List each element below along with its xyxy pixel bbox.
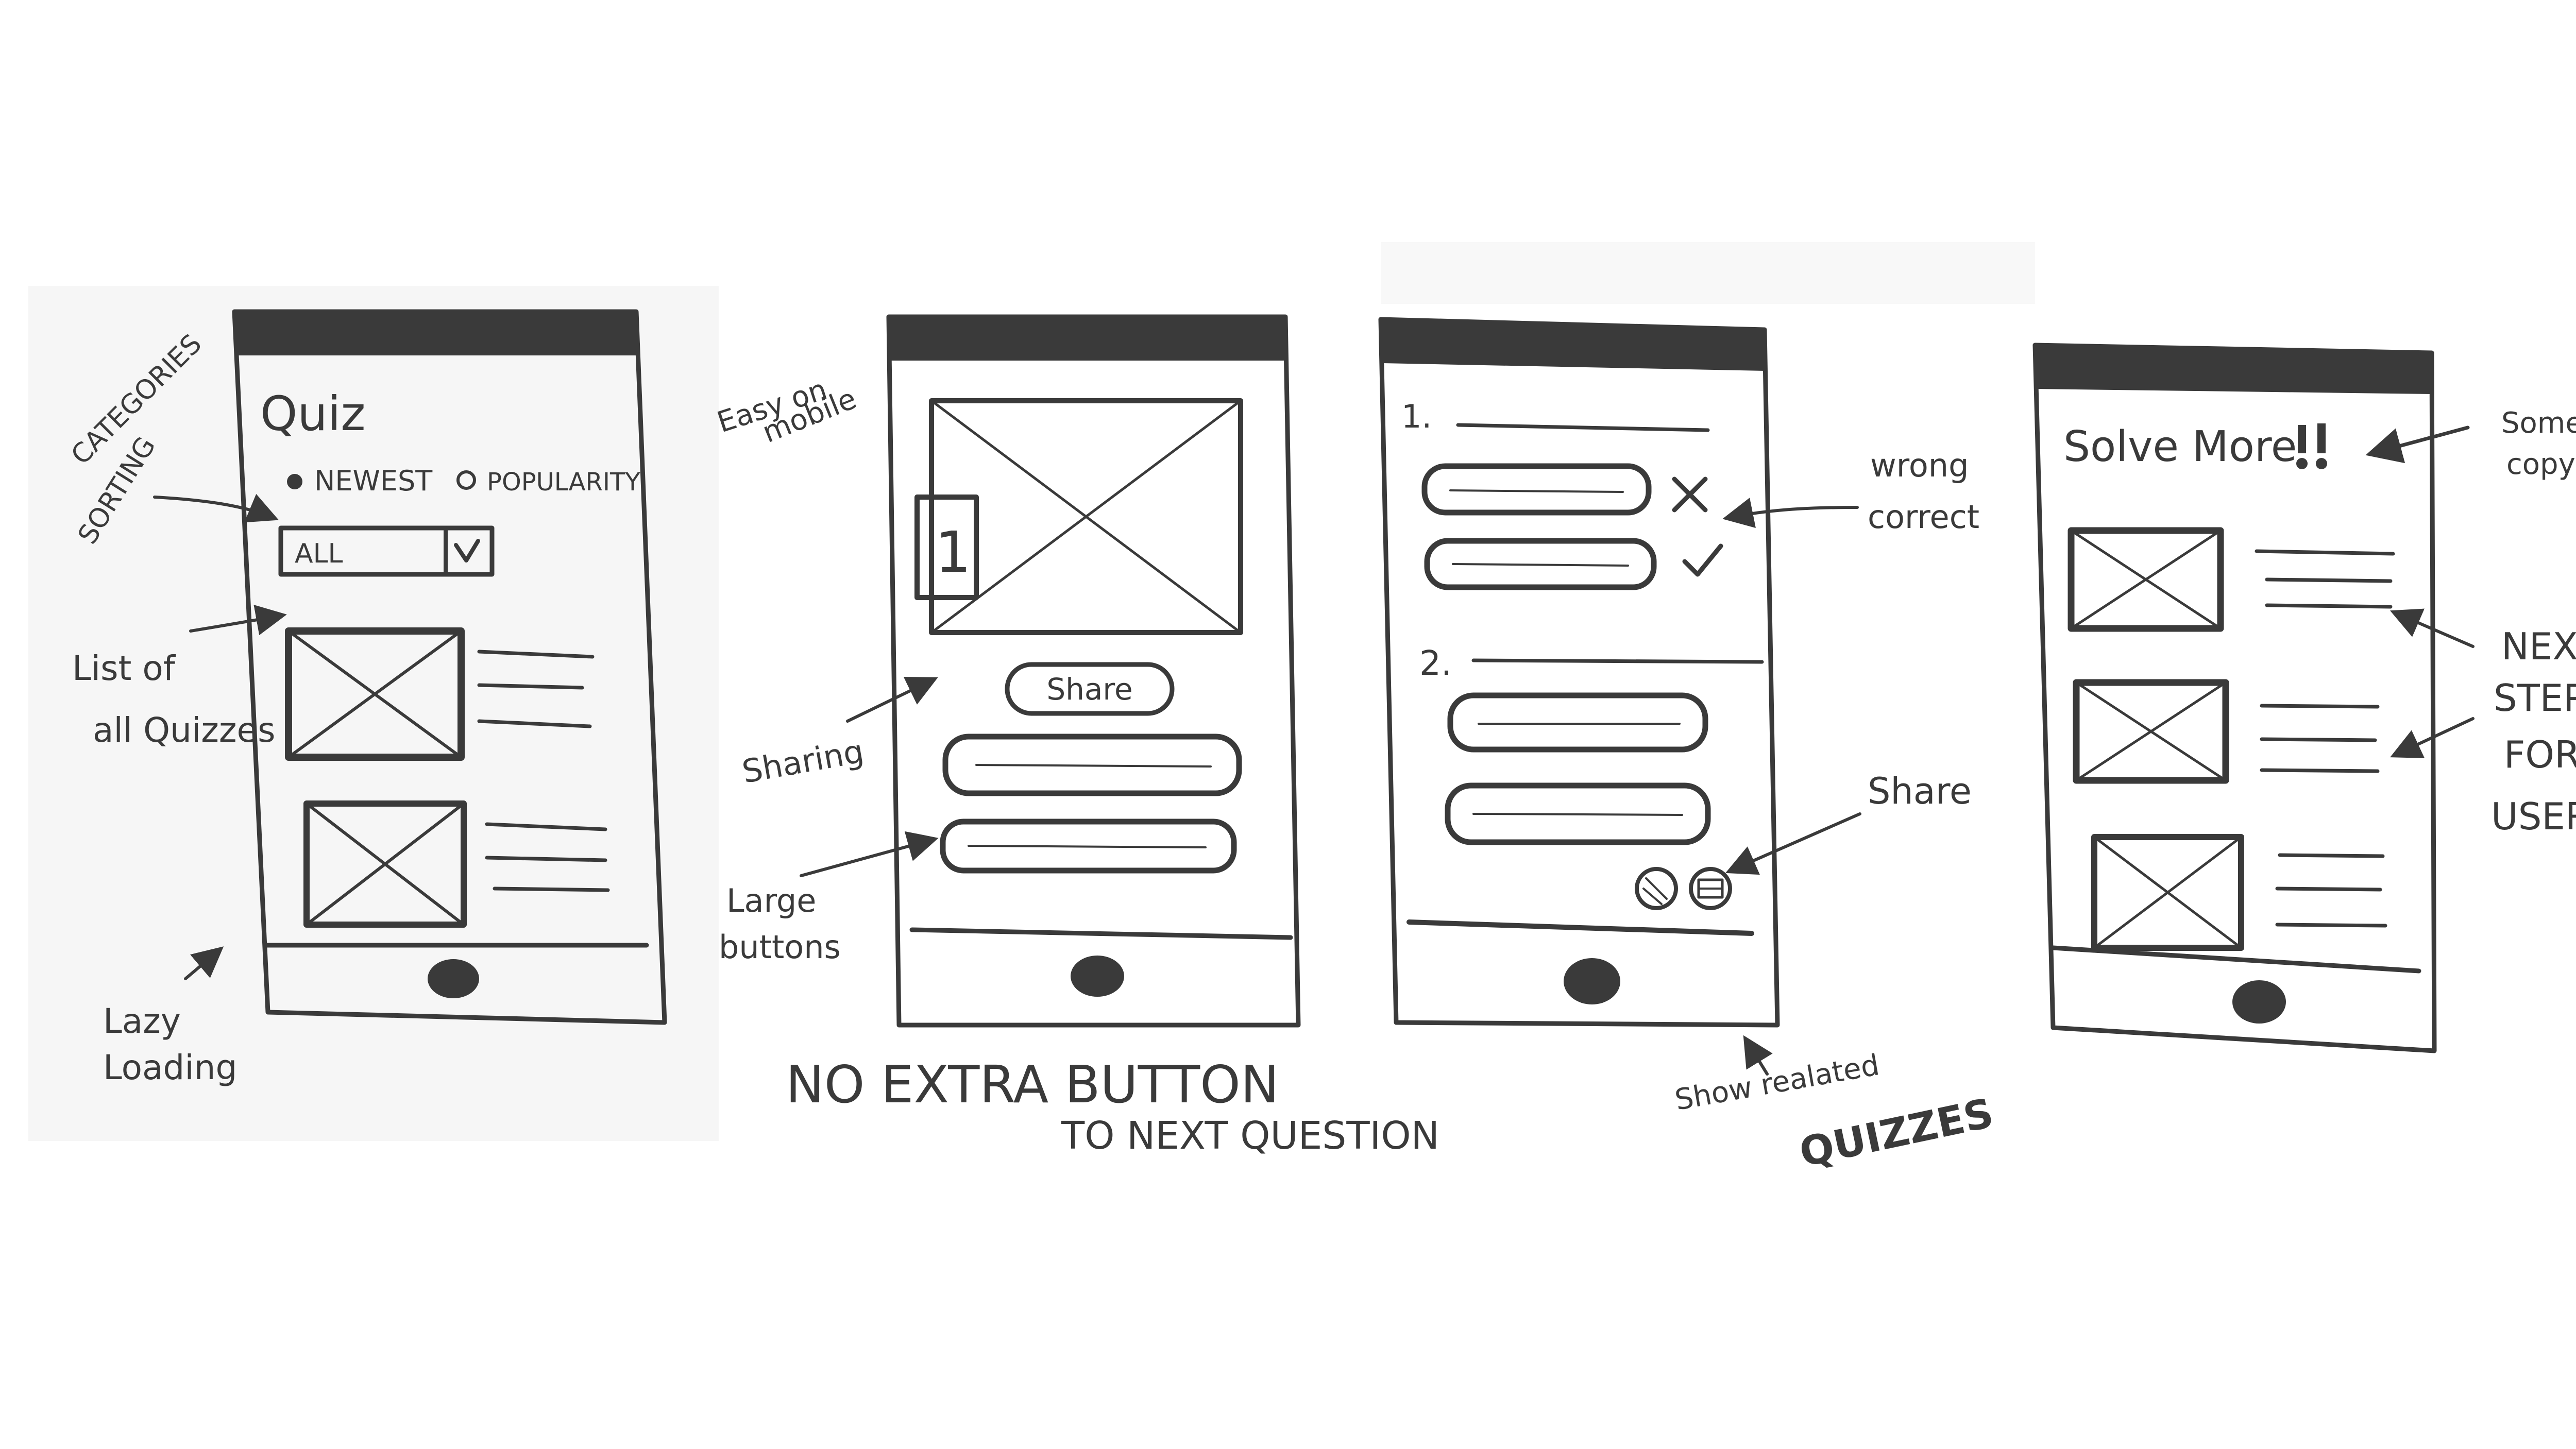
annotation-buttons: buttons (719, 928, 841, 966)
paper-strip (1381, 242, 2035, 304)
home-button[interactable] (2232, 980, 2286, 1024)
wireframe-sketch: Quiz NEWEST POPULARITY ALL 1 Share 1. 2.… (28, 242, 2576, 1177)
bottom-divider (2050, 945, 2421, 974)
question-2-number: 2. (1419, 643, 1452, 683)
arrow (1725, 812, 1861, 875)
annotation-for: FOR (2504, 733, 2576, 776)
annotation-to-next-question: TO NEXT QUESTION (1061, 1114, 1439, 1158)
annotation-show-related: Show realated (1672, 1048, 1882, 1117)
arrow (1722, 498, 1859, 529)
check-icon (1682, 543, 1723, 577)
annotation-step: STEP (2494, 676, 2576, 720)
answer-wrong[interactable] (1421, 463, 1652, 516)
annotation-no-extra-button: NO EXTRA BUTTON (786, 1054, 1279, 1115)
annotation-loading: Loading (103, 1048, 237, 1087)
status-bar (2035, 345, 2432, 394)
share-icon-facebook[interactable] (1635, 867, 1678, 910)
annotation-sharing: Sharing (739, 732, 867, 791)
page-title: Solve More (2063, 422, 2297, 471)
bottom-divider (1406, 919, 1754, 936)
annotation-correct: correct (1868, 498, 1979, 536)
answer-button[interactable] (1445, 782, 1711, 845)
answer-button[interactable] (1447, 692, 1708, 753)
page-title: Quiz (260, 386, 366, 441)
answer-correct[interactable] (1424, 538, 1657, 590)
radio-newest-selected[interactable] (287, 474, 302, 489)
quiz-list-item[interactable] (2073, 679, 2380, 784)
screen-question: 1 Share (886, 314, 1301, 1028)
sort-newest-label: NEWEST (314, 465, 433, 497)
answer-button[interactable] (940, 819, 1237, 874)
exclamation-marks (2296, 423, 2327, 469)
annotation-user: USER (2491, 795, 2576, 838)
share-button[interactable]: Share (1005, 662, 1175, 716)
annotation-share: Share (1868, 770, 1972, 812)
annotation-some: Some (2501, 406, 2576, 440)
annotation-copy: copy (2506, 448, 2575, 481)
annotation-all-quizzes: all Quizzes (93, 710, 276, 750)
close-icon (1672, 476, 1708, 513)
quiz-list-item[interactable] (2067, 527, 2395, 632)
bottom-divider (909, 927, 1293, 940)
status-bar (889, 317, 1285, 361)
sort-popularity-label: POPULARITY (487, 468, 640, 497)
answer-button[interactable] (942, 734, 1242, 796)
share-icon-email[interactable] (1689, 867, 1732, 910)
arrow (2365, 425, 2470, 464)
home-button[interactable] (1564, 958, 1620, 1004)
quiz-list-item[interactable] (2091, 834, 2387, 951)
screen-answers: 1. 2. (1378, 317, 1780, 1028)
question-number: 1 (935, 519, 971, 585)
annotation-quizzes: QUIZZES (1795, 1090, 1997, 1176)
annotation-wrong: wrong (1870, 447, 1969, 484)
arrow (800, 831, 939, 877)
share-button-label: Share (1046, 672, 1132, 707)
annotation-lazy: Lazy (103, 1001, 181, 1041)
annotation-list-of: List of (72, 649, 176, 688)
status-bar (234, 312, 638, 355)
home-button[interactable] (428, 959, 479, 998)
annotation-large: Large (726, 882, 816, 919)
question-1-number: 1. (1401, 398, 1432, 435)
home-button[interactable] (1071, 956, 1124, 997)
category-select-value: ALL (295, 538, 343, 569)
annotation-next: NEXT (2501, 625, 2576, 668)
arrow (846, 676, 938, 723)
